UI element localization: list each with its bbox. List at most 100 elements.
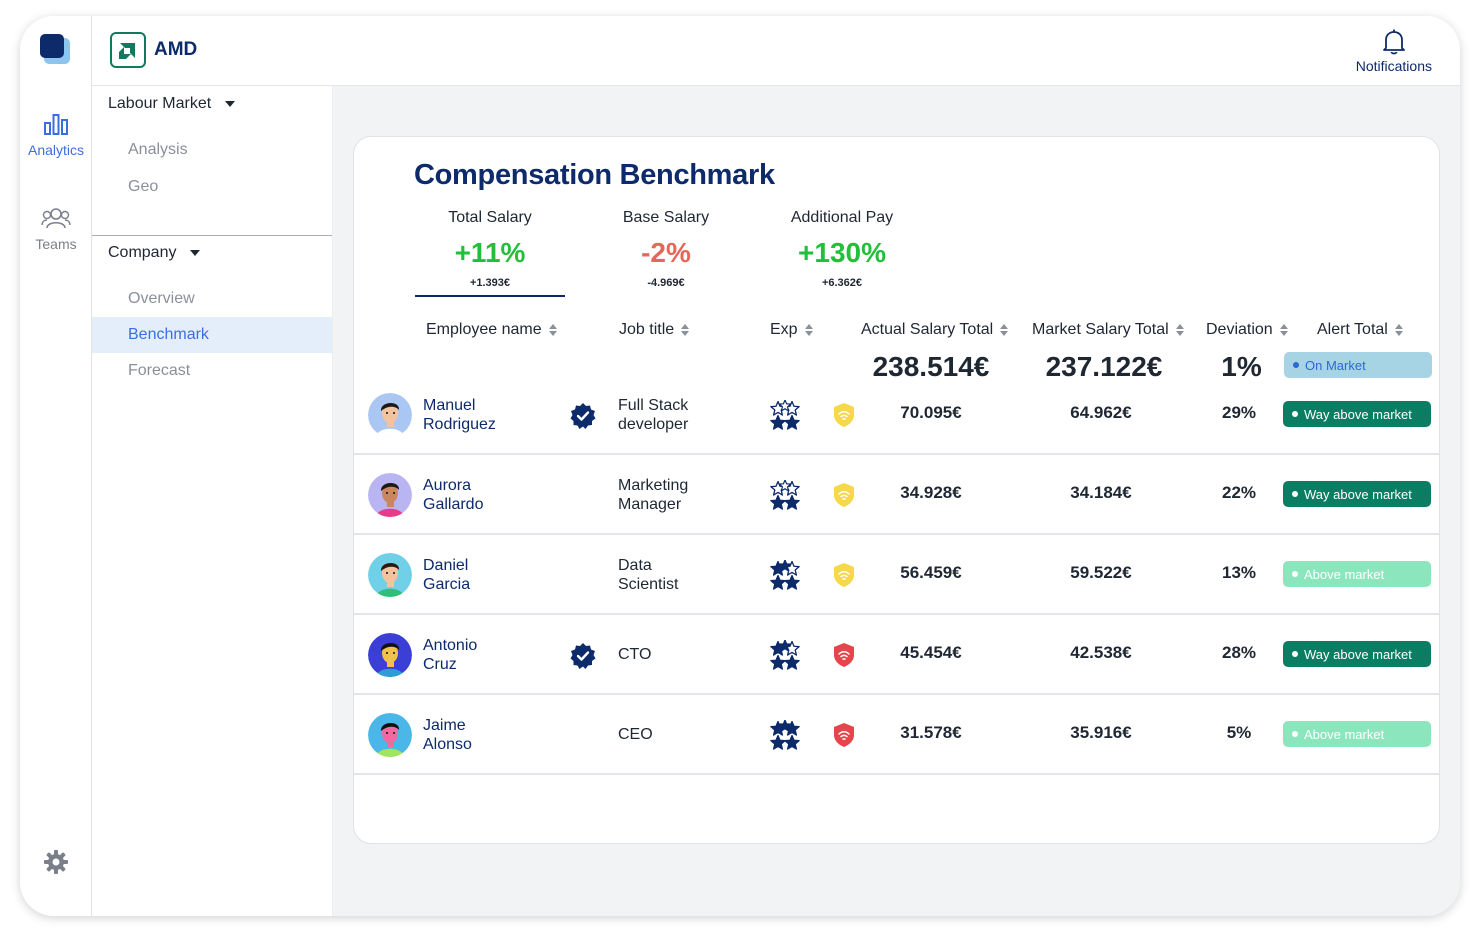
shield-icon	[834, 403, 854, 427]
company-label: Company	[108, 244, 177, 261]
column-header-deviation[interactable]: Deviation	[1206, 321, 1288, 339]
nav-divider	[92, 235, 332, 236]
notifications-label: Notifications	[1355, 58, 1432, 74]
column-header-job[interactable]: Job title	[619, 321, 690, 339]
alert-label: Way above market	[1304, 646, 1412, 662]
rail-item-analytics[interactable]: Analytics	[20, 112, 92, 158]
notifications-button[interactable]: Notifications	[1356, 28, 1432, 74]
kpi-label: Additional Pay	[790, 209, 894, 226]
subnav-item-benchmark[interactable]: Benchmark	[92, 317, 332, 353]
kpi-total-salary[interactable]: Total Salary +11% +1.393€	[415, 209, 565, 289]
alert-badge: Above market	[1283, 561, 1431, 587]
kpi-base-salary[interactable]: Base Salary -2% -4.969€	[591, 209, 741, 289]
subnav-item-overview[interactable]: Overview	[92, 281, 332, 317]
chevron-down-icon	[190, 250, 201, 256]
experience-stars-icon	[770, 640, 800, 670]
employee-last-name: Gallardo	[423, 496, 484, 513]
job-title: CEO	[618, 725, 748, 744]
company-name: AMD	[154, 39, 198, 60]
employee-first-name: Aurora	[423, 477, 472, 494]
kpi-additional-pay[interactable]: Additional Pay +130% +6.362€	[767, 209, 917, 289]
benchmark-card: Compensation Benchmark Total Salary +11%…	[353, 136, 1440, 844]
market-salary: 35.916€	[1070, 723, 1132, 742]
chevron-down-icon	[225, 101, 236, 107]
deviation-value: 29%	[1221, 403, 1257, 422]
employee-last-name: Garcia	[423, 576, 471, 593]
market-salary: 64.962€	[1070, 403, 1132, 422]
deviation-value: 22%	[1221, 483, 1257, 502]
alert-label: Above market	[1304, 726, 1385, 742]
avatar	[368, 713, 412, 757]
kpi-label: Base Salary	[622, 209, 710, 226]
alert-badge: Way above market	[1283, 481, 1431, 507]
employee-last-name: Alonso	[423, 736, 472, 753]
sort-icon	[548, 323, 557, 337]
left-rail: Analytics Teams	[20, 16, 92, 916]
sort-icon	[1279, 323, 1288, 337]
column-header-employee[interactable]: Employee name	[426, 321, 557, 339]
sort-icon	[804, 323, 813, 337]
column-header-alert[interactable]: Alert Total	[1317, 321, 1403, 339]
rail-label-teams: Teams	[35, 236, 77, 252]
kpi-delta: +1.393€	[469, 277, 511, 289]
column-header-exp[interactable]: Exp	[770, 321, 813, 339]
table-row[interactable]: Daniel Garcia Data Scientist 56.459€ 59.52…	[354, 535, 1439, 615]
employee-first-name: Daniel	[423, 557, 469, 574]
table-row[interactable]: Aurora Gallardo Marketing Manager 34.928€…	[354, 455, 1439, 535]
kpi-label: Total Salary	[448, 209, 532, 226]
company-logo	[110, 32, 146, 68]
subnav-item-forecast[interactable]: Forecast	[92, 353, 332, 389]
job-line: CTO	[618, 646, 652, 663]
sort-icon	[1175, 323, 1184, 337]
shield-alert-icon	[834, 643, 854, 667]
subnav-item-analysis[interactable]: Analysis	[92, 132, 332, 168]
subnav-item-geo[interactable]: Geo	[92, 169, 332, 205]
kpi-value: +11%	[454, 237, 526, 268]
header-label: Job title	[619, 321, 675, 338]
column-header-market[interactable]: Market Salary Total	[1032, 321, 1184, 339]
section-nav: Labour Market Analysis Geo Company Overv…	[92, 86, 333, 916]
job-line: Manager	[618, 496, 682, 513]
job-title: Data Scientist	[618, 556, 748, 594]
brand[interactable]: AMD	[110, 32, 197, 68]
job-line: Data	[618, 557, 652, 574]
column-header-actual[interactable]: Actual Salary Total	[861, 321, 1009, 339]
employee-name-link[interactable]: Manuel Rodriguez	[423, 396, 563, 434]
employee-name-link[interactable]: Jaime Alonso	[423, 716, 563, 754]
employee-name-link[interactable]: Daniel Garcia	[423, 556, 563, 594]
actual-salary: 45.454€	[900, 643, 962, 662]
table-row[interactable]: Antonio Cruz CTO 45.454€ 42.538€ 28% Way ab…	[354, 615, 1439, 695]
header-label: Employee name	[426, 321, 542, 338]
employee-name-link[interactable]: Aurora Gallardo	[423, 476, 563, 514]
alert-badge: Way above market	[1283, 641, 1431, 667]
verified-badge-icon	[570, 643, 596, 669]
main-content: Compensation Benchmark Total Salary +11%…	[333, 86, 1460, 916]
rail-item-teams[interactable]: Teams	[20, 206, 92, 252]
sort-icon	[681, 323, 690, 337]
actual-salary: 31.578€	[900, 723, 962, 742]
deviation-value: 13%	[1221, 563, 1257, 582]
job-title: Full Stack developer	[618, 396, 748, 434]
deviation-value: 28%	[1221, 643, 1257, 662]
labour-market-label: Labour Market	[108, 95, 212, 112]
job-line: Scientist	[618, 576, 679, 593]
people-icon	[41, 208, 71, 229]
employee-first-name: Jaime	[423, 717, 466, 734]
employee-name-link[interactable]: Antonio Cruz	[423, 636, 563, 674]
job-line: Marketing	[618, 477, 689, 494]
experience-stars-icon	[770, 720, 800, 750]
avatar	[368, 473, 412, 517]
table-row[interactable]: Manuel Rodriguez Full Stack developer 70.…	[354, 375, 1439, 455]
job-line: CEO	[618, 726, 653, 743]
gear-icon[interactable]	[42, 848, 70, 876]
avatar	[368, 393, 412, 437]
alert-label: Way above market	[1304, 486, 1412, 502]
alert-label: On Market	[1305, 357, 1366, 373]
experience-stars-icon	[770, 480, 800, 510]
table-row[interactable]: Jaime Alonso CEO 31.578€ 35.916€ 5% Above m…	[354, 695, 1439, 775]
labour-market-toggle[interactable]: Labour Market	[108, 95, 236, 113]
app-logo[interactable]	[40, 34, 70, 64]
job-title: Marketing Manager	[618, 476, 748, 514]
company-toggle[interactable]: Company	[108, 244, 201, 262]
shield-icon	[834, 563, 854, 587]
